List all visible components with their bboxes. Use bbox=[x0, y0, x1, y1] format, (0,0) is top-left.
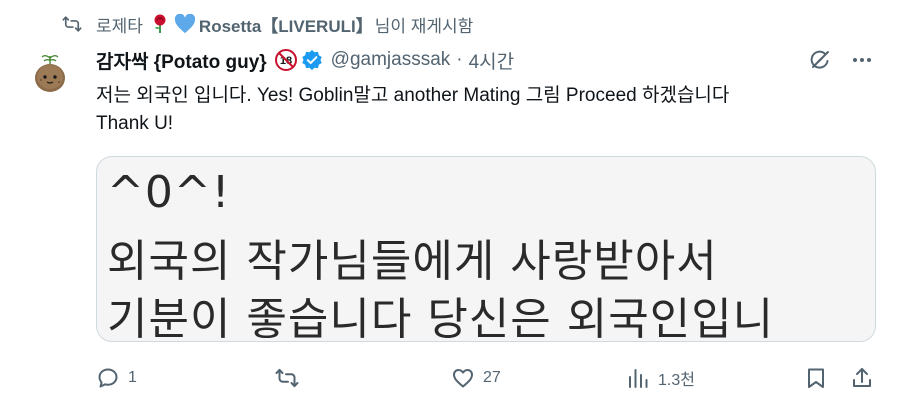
repost-icon bbox=[62, 13, 84, 35]
views-count: 1.3천 bbox=[658, 372, 695, 389]
tweet-header: 감자싹 {Potato guy} 18 @gamjasssak · 4시간 bbox=[96, 44, 514, 76]
grok-icon[interactable] bbox=[806, 46, 834, 74]
repost-context[interactable]: 로제타 Rosetta【LIVERULI】 님이 재게시함 bbox=[62, 12, 473, 36]
reply-count: 1 bbox=[128, 369, 137, 386]
like-count: 27 bbox=[483, 369, 501, 386]
tweet-text-line: Thank U! bbox=[96, 113, 174, 134]
media-text-line: ^0^! bbox=[107, 167, 231, 218]
tweet-text: 저는 외국인 입니다. Yes! Goblin말고 another Mating… bbox=[96, 82, 876, 138]
blue-heart-emoji-icon bbox=[174, 14, 196, 34]
separator-dot: · bbox=[456, 49, 463, 70]
reposter-name: Rosetta【LIVERULI】 bbox=[198, 16, 373, 36]
timestamp[interactable]: 4시간 bbox=[469, 47, 515, 74]
avatar[interactable] bbox=[26, 48, 74, 96]
adult-18-icon: 18 bbox=[274, 49, 297, 71]
like-button[interactable]: 27 bbox=[451, 362, 501, 394]
repost-suffix: 님이 재게시함 bbox=[374, 16, 474, 36]
verified-badge-icon bbox=[301, 49, 323, 71]
rose-emoji-icon bbox=[152, 14, 168, 34]
bookmark-button[interactable] bbox=[804, 362, 828, 394]
display-name[interactable]: 감자싹 {Potato guy} bbox=[96, 47, 267, 74]
views-button[interactable]: 1.3천 bbox=[626, 362, 695, 394]
more-options-icon[interactable] bbox=[848, 46, 876, 74]
views-chart-icon bbox=[629, 369, 648, 388]
action-bar: 1 27 1.3천 bbox=[96, 362, 878, 394]
reply-icon bbox=[98, 368, 118, 388]
media-text-line: 외국의 작가님들에게 사랑받아서 bbox=[107, 236, 718, 287]
share-button[interactable] bbox=[850, 362, 874, 394]
repost-action-icon bbox=[275, 368, 299, 388]
tweet-media-image[interactable]: ^0^! 외국의 작가님들에게 사랑받아서 기분이 좋습니다 당신은 외국인입니 bbox=[96, 156, 876, 342]
reply-button[interactable]: 1 bbox=[96, 362, 137, 394]
heart-icon bbox=[453, 369, 473, 388]
media-text-line: 기분이 좋습니다 당신은 외국인입니 bbox=[107, 294, 775, 342]
tweet-text-line: 저는 외국인 입니다. Yes! Goblin말고 another Mating… bbox=[96, 85, 730, 106]
user-handle[interactable]: @gamjasssak bbox=[331, 49, 451, 71]
bookmark-icon bbox=[808, 368, 824, 388]
repost-button[interactable] bbox=[274, 362, 308, 394]
share-icon bbox=[853, 368, 871, 387]
reposter-prefix: 로제타 bbox=[96, 16, 143, 36]
